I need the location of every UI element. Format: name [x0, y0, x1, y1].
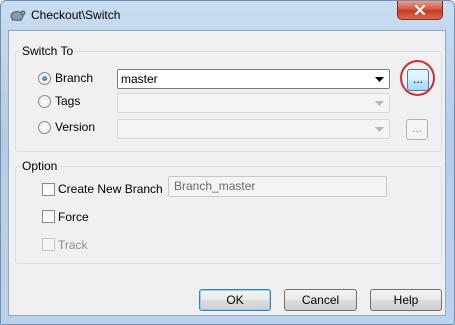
force-checkbox[interactable]: [42, 210, 55, 223]
version-label: Version: [55, 120, 96, 134]
create-new-branch-checkbox[interactable]: [42, 183, 55, 196]
switch-to-legend: Switch To: [22, 44, 74, 58]
tags-radio[interactable]: [38, 95, 51, 108]
branch-combo[interactable]: master: [117, 69, 390, 89]
close-icon: [414, 5, 426, 15]
version-browse-button[interactable]: ...: [406, 119, 428, 140]
force-label: Force: [58, 210, 89, 224]
chevron-down-icon: [375, 127, 384, 132]
title-bar: Checkout\Switch: [1, 1, 454, 29]
option-legend: Option: [22, 159, 58, 173]
track-checkbox[interactable]: [42, 238, 55, 251]
cancel-button[interactable]: Cancel: [284, 289, 357, 311]
create-new-branch-label: Create New Branch: [58, 182, 163, 196]
version-radio[interactable]: [38, 121, 51, 134]
tortoise-icon: [8, 7, 26, 23]
branch-radio[interactable]: [38, 72, 51, 85]
tags-combo[interactable]: [117, 93, 390, 113]
branch-combo-value: master: [121, 72, 158, 86]
dialog-client-area: Switch To Branch master ... Tags Version…: [8, 30, 446, 316]
highlight-circle: [400, 60, 435, 96]
branch-label: Branch: [55, 71, 94, 85]
tags-label: Tags: [55, 94, 81, 108]
new-branch-name-field[interactable]: Branch_master: [168, 176, 387, 197]
dialog-window: Checkout\Switch Switch To Branch master …: [0, 0, 455, 325]
close-button[interactable]: [397, 1, 443, 20]
ok-button[interactable]: OK: [199, 289, 271, 311]
window-title: Checkout\Switch: [31, 8, 121, 22]
version-combo[interactable]: [117, 119, 390, 139]
track-label: Track: [58, 238, 88, 252]
help-button[interactable]: Help: [370, 289, 442, 311]
chevron-down-icon: [375, 101, 384, 106]
chevron-down-icon: [375, 77, 384, 82]
